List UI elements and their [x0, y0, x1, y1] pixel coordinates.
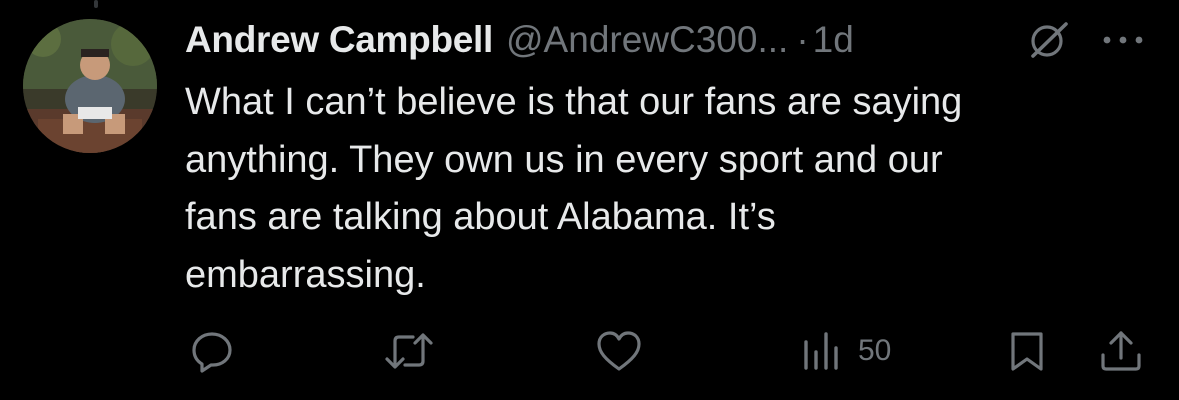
- share-icon: [1097, 328, 1145, 374]
- bookmark-button[interactable]: [1005, 328, 1049, 374]
- author-name[interactable]: Andrew Campbell: [185, 19, 493, 61]
- reply-icon: [189, 328, 235, 374]
- retweet-button[interactable]: [383, 328, 435, 374]
- tweet-action-bar: 50: [0, 320, 1179, 384]
- bookmark-icon: [1005, 328, 1049, 374]
- author-handle[interactable]: @AndrewC300...: [506, 19, 788, 61]
- more-icon[interactable]: [1098, 22, 1148, 58]
- like-icon: [595, 328, 643, 374]
- thread-connector-line: [94, 0, 98, 8]
- retweet-icon: [383, 328, 435, 374]
- views-icon: [800, 328, 846, 374]
- views-button[interactable]: 50: [800, 328, 891, 374]
- views-count: 50: [858, 334, 892, 367]
- tweet-text-line: fans are talking about Alabama. It’s: [185, 196, 776, 238]
- tweet-text: What I can’t believe is that our fans ar…: [185, 74, 1135, 304]
- header-separator: ·: [796, 19, 809, 60]
- avatar[interactable]: [23, 19, 157, 153]
- share-button[interactable]: [1097, 328, 1145, 374]
- tweet-header: Andrew Campbell @AndrewC300... · 1d: [185, 14, 854, 66]
- grok-icon[interactable]: [1027, 20, 1073, 60]
- tweet-text-line: anything. They own us in every sport and…: [185, 138, 943, 181]
- tweet-text-line: embarrassing.: [185, 253, 426, 296]
- like-button[interactable]: [595, 328, 643, 374]
- tweet-timestamp[interactable]: 1d: [813, 19, 854, 61]
- tweet-text-line: What I can’t believe is that our fans ar…: [185, 81, 963, 123]
- reply-button[interactable]: [189, 328, 235, 374]
